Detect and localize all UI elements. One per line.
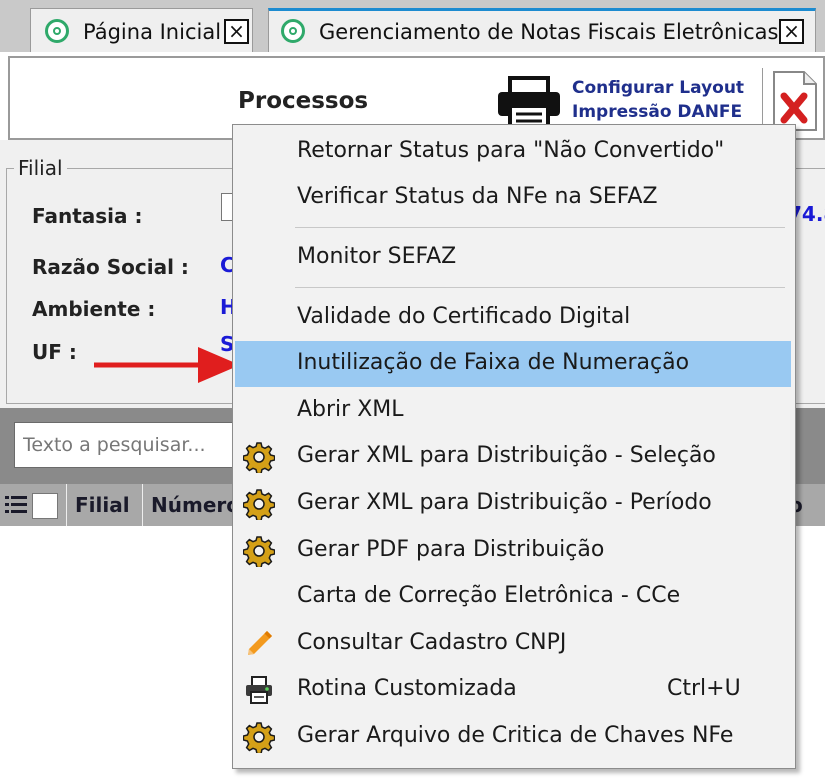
tab-label: Página Inicial [83,20,222,44]
close-icon[interactable]: × [779,19,804,44]
menu-item-label: Retornar Status para "Não Convertido" [297,138,725,163]
configurar-layout-button[interactable]: Configurar Layout Impressão DANFE [572,76,744,124]
filial-title: Filial [14,156,67,180]
gear-icon [243,442,275,473]
menu-item-verificar-status[interactable]: Verificar Status da NFe na SEFAZ [235,176,791,220]
printer-icon[interactable] [494,74,564,130]
menu-item-label: Monitor SEFAZ [297,244,457,269]
gear-icon [243,536,275,567]
menu-item-label: Gerar XML para Distribuição - Período [297,490,712,515]
uf-label: UF : [32,340,77,364]
configurar-layout-line1: Configurar Layout [572,78,745,98]
menu-item-gerar-arquivo-critica[interactable]: Gerar Arquivo de Critica de Chaves NFe [235,715,791,759]
column-header-filial[interactable]: Filial [66,484,142,526]
processos-button[interactable]: Processos [238,88,368,114]
menu-item-abrir-xml[interactable]: Abrir XML [235,389,791,433]
tab-strip: Página Inicial × Gerenciamento de Notas … [0,0,825,52]
menu-item-label: Consultar Cadastro CNPJ [297,630,567,655]
menu-item-label: Gerar XML para Distribuição - Seleção [297,443,716,468]
menu-item-label: Rotina Customizada [297,676,517,701]
red-arrow-annotation [94,347,240,383]
toolbar-divider [762,68,763,130]
configurar-layout-line2: Impressão DANFE [572,102,743,122]
menu-item-carta-correcao[interactable]: Carta de Correção Eletrônica - CCe [235,575,791,619]
fantasia-label: Fantasia : [32,204,143,228]
tab-label: Gerenciamento de Notas Fiscais Eletrônic… [319,20,779,44]
menu-item-consultar-cnpj[interactable]: Consultar Cadastro CNPJ [235,622,791,666]
search-input[interactable] [14,422,234,468]
gear-icon [243,722,275,753]
menu-item-validade-certificado[interactable]: Validade do Certificado Digital [235,296,791,340]
list-icon[interactable] [4,494,28,516]
menu-item-monitor-sefaz[interactable]: Monitor SEFAZ [235,236,791,280]
gear-icon [243,489,275,520]
column-header-numero[interactable]: Número [142,484,242,526]
menu-item-gerar-xml-periodo[interactable]: Gerar XML para Distribuição - Período [235,482,791,526]
menu-item-label: Abrir XML [297,397,404,422]
menu-item-label: Validade do Certificado Digital [297,304,631,329]
menu-item-gerar-xml-selecao[interactable]: Gerar XML para Distribuição - Seleção [235,435,791,479]
menu-item-gerar-pdf[interactable]: Gerar PDF para Distribuição [235,529,791,573]
menu-item-label: Carta de Correção Eletrônica - CCe [297,583,681,608]
menu-item-rotina-customizada[interactable]: Rotina Customizada Ctrl+U [235,668,791,712]
delete-document-icon[interactable] [768,70,820,132]
tab-pagina-inicial[interactable]: Página Inicial × [30,8,253,52]
tab-gerenciamento-nfe[interactable]: Gerenciamento de Notas Fiscais Eletrônic… [268,8,816,52]
menu-item-retornar-status[interactable]: Retornar Status para "Não Convertido" [235,130,791,174]
select-all-checkbox[interactable] [32,493,58,519]
context-menu: Retornar Status para "Não Convertido" Ve… [232,124,796,769]
menu-item-label: Gerar Arquivo de Critica de Chaves NFe [297,723,734,748]
menu-item-label: Gerar PDF para Distribuição [297,537,605,562]
printer-icon [246,676,272,704]
razao-social-label: Razão Social : [32,255,189,279]
pencil-icon [248,631,272,655]
close-icon[interactable]: × [224,19,249,44]
menu-item-shortcut: Ctrl+U [667,676,741,701]
menu-item-label: Inutilização de Faixa de Numeração [297,350,690,375]
menu-separator [295,227,785,228]
menu-item-inutilizacao-faixa[interactable]: Inutilização de Faixa de Numeração [235,341,791,387]
menu-separator [295,287,785,288]
ambiente-label: Ambiente : [32,297,156,321]
menu-item-label: Verificar Status da NFe na SEFAZ [297,184,658,209]
app-icon [45,19,69,43]
app-icon [281,19,305,43]
